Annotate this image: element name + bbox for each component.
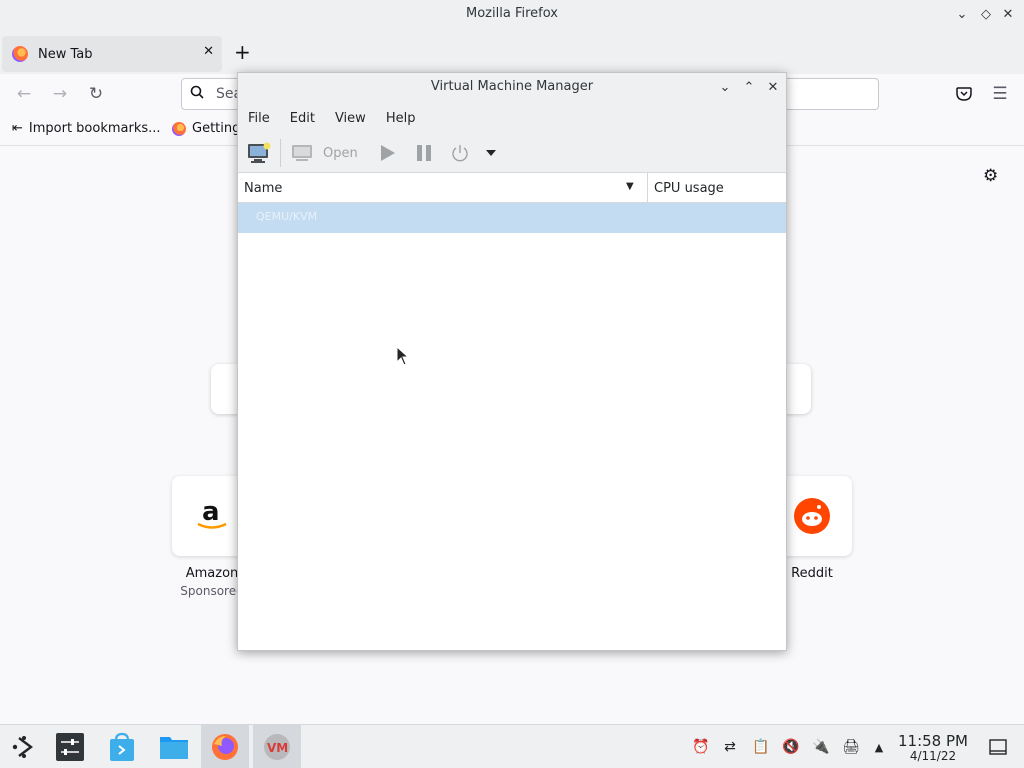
clock-date[interactable]: 4/11/22 (898, 749, 968, 763)
bookmark-import[interactable]: ⇤ Import bookmarks... (12, 121, 161, 136)
open-button[interactable]: Open (290, 141, 358, 165)
chevron-down-icon (486, 150, 496, 156)
new-tab-plus-icon[interactable]: + (234, 40, 251, 64)
taskbar: VM ⏰ ⇄ 📋 🔇 🔌 🖨 ▲ 11:58 PM 4/11/22 (0, 724, 1024, 768)
shutdown-button[interactable] (450, 141, 470, 165)
menu-help[interactable]: Help (386, 111, 416, 126)
run-button[interactable] (377, 141, 397, 165)
new-vm-button[interactable] (247, 141, 271, 165)
search-icon (190, 85, 204, 103)
toolbar-separator (280, 139, 281, 167)
amazon-icon: a (197, 497, 227, 529)
maximize-icon[interactable]: ◇ (976, 4, 996, 24)
taskbar-discover[interactable] (98, 725, 146, 768)
vmm-titlebar: Virtual Machine Manager ⌄ ⌃ ✕ (238, 73, 786, 103)
import-icon: ⇤ (12, 121, 23, 136)
taskbar-file-manager[interactable] (150, 725, 198, 768)
firefox-window-title: Mozilla Firefox (466, 6, 558, 21)
maximize-icon[interactable]: ⌃ (740, 78, 758, 96)
tab-close-icon[interactable]: ✕ (203, 44, 214, 59)
svg-text:a: a (202, 497, 220, 527)
virt-manager-icon: VM (264, 734, 290, 760)
firefox-titlebar: Mozilla Firefox ⌄ ◇ ✕ (0, 0, 1024, 30)
usb-device-icon[interactable]: 🔌 (811, 737, 831, 757)
show-desktop-icon[interactable] (988, 737, 1008, 757)
network-sharing-icon[interactable]: ⇄ (720, 737, 740, 757)
menu-edit[interactable]: Edit (290, 111, 315, 126)
folder-icon (160, 737, 188, 759)
taskbar-system-settings[interactable] (46, 725, 94, 768)
vm-list-header: Name ▼ CPU usage (238, 173, 786, 203)
play-icon (381, 145, 395, 161)
firefox-icon (12, 46, 28, 62)
svg-text:VM: VM (267, 741, 288, 755)
pause-button[interactable] (414, 141, 434, 165)
connection-label: QEMU/KVM (256, 210, 318, 223)
new-vm-icon (248, 142, 271, 163)
tab-strip: New Tab ✕ + (0, 30, 1024, 74)
forward-icon[interactable]: → (48, 82, 72, 106)
vmm-window-title: Virtual Machine Manager (430, 79, 594, 94)
taskbar-firefox[interactable] (201, 725, 249, 768)
clipboard-icon[interactable]: 📋 (751, 737, 771, 757)
back-icon[interactable]: ← (12, 82, 36, 106)
reload-icon[interactable]: ↻ (84, 82, 108, 106)
mouse-cursor (396, 346, 410, 366)
column-separator (647, 173, 648, 203)
minimize-icon[interactable]: ⌄ (716, 78, 734, 96)
store-icon (110, 732, 134, 761)
close-icon[interactable]: ✕ (998, 4, 1018, 24)
taskbar-virt-manager[interactable]: VM (253, 725, 301, 768)
power-icon (452, 145, 468, 162)
launcher-icon (12, 736, 33, 758)
reddit-icon (794, 498, 830, 534)
open-label: Open (323, 145, 358, 161)
menu-icon[interactable]: ☰ (988, 82, 1012, 106)
shutdown-dropdown[interactable] (485, 141, 497, 165)
app-launcher[interactable] (0, 725, 48, 768)
vmm-toolbar: Open (238, 133, 786, 173)
minimize-icon[interactable]: ⌄ (952, 4, 972, 24)
vmm-menubar: File Edit View Help (238, 103, 786, 133)
gear-icon[interactable]: ⚙ (983, 166, 998, 186)
column-name[interactable]: Name (244, 181, 282, 196)
monitor-icon (292, 145, 312, 161)
pause-icon (417, 145, 431, 161)
bookmark-label: Import bookmarks... (28, 121, 161, 136)
vmm-window: Virtual Machine Manager ⌄ ⌃ ✕ File Edit … (237, 72, 787, 651)
alarm-icon[interactable]: ⏰ (691, 737, 711, 757)
sort-arrow-icon[interactable]: ▼ (626, 181, 634, 192)
pocket-icon[interactable] (952, 82, 976, 106)
tab-new-tab[interactable]: New Tab ✕ (2, 36, 222, 72)
tab-label: New Tab (38, 46, 93, 62)
menu-view[interactable]: View (335, 111, 366, 126)
firefox-icon (172, 121, 186, 136)
menu-file[interactable]: File (248, 111, 270, 126)
volume-muted-icon[interactable]: 🔇 (781, 737, 801, 757)
firefox-icon (212, 734, 238, 760)
tray-expand-icon[interactable]: ▲ (869, 737, 889, 757)
close-icon[interactable]: ✕ (764, 78, 782, 96)
clock-time[interactable]: 11:58 PM (898, 732, 968, 750)
bookmark-label: Getting (192, 121, 241, 136)
bookmark-getting-started[interactable]: Getting (172, 121, 240, 136)
vm-list-row[interactable]: QEMU/KVM (238, 203, 786, 233)
settings-app-icon (56, 733, 84, 761)
column-cpu-usage[interactable]: CPU usage (654, 181, 724, 196)
network-wired-icon[interactable]: 🖨 (841, 737, 861, 757)
